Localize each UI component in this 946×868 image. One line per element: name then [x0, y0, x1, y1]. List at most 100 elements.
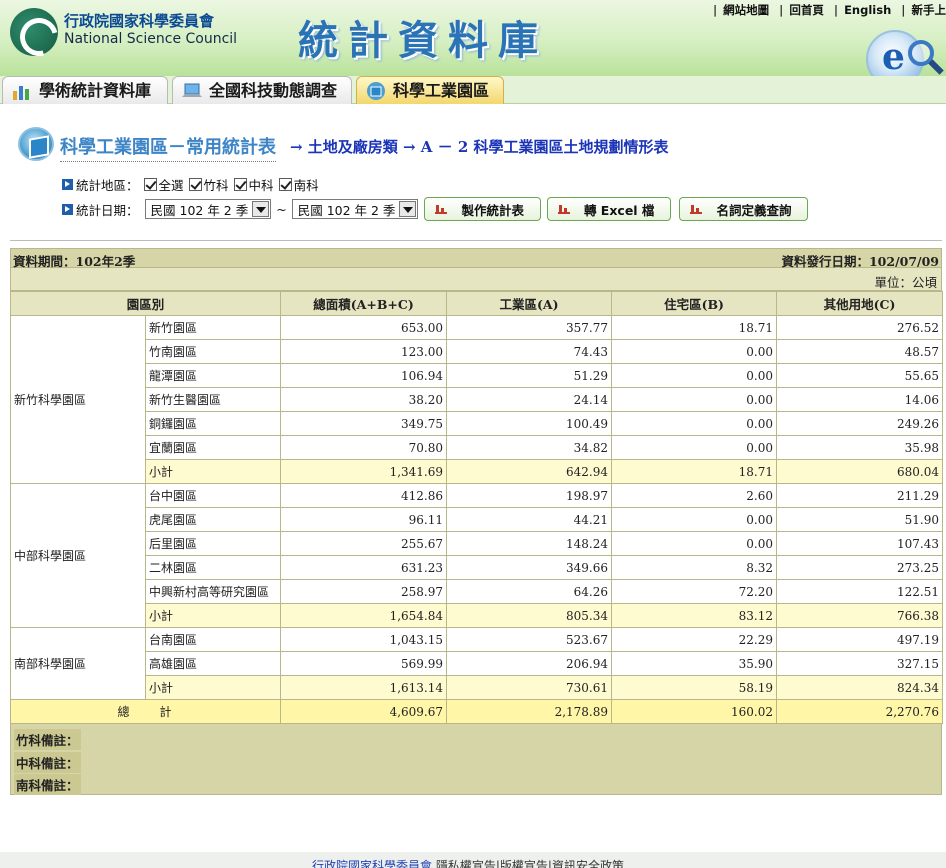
col-header-park: 園區別: [9, 291, 282, 316]
top-links: | 網站地圖 | 回首頁 | English | 新手上: [712, 3, 946, 17]
residential-cell: 18.71: [611, 315, 778, 340]
region-filter-row: 統計地區： 全選 竹科 中科 南科: [62, 175, 319, 194]
industrial-cell: 51.29: [446, 363, 613, 388]
chart-icon: [435, 204, 448, 214]
park-cell: 台中園區: [144, 483, 282, 508]
footer-link-nsc[interactable]: 行政院國家科學委員會: [312, 859, 432, 868]
table-row: 竹南園區 123.00 74.43 0.00 48.57: [11, 339, 944, 364]
industrial-cell: 642.94: [446, 459, 613, 484]
total-cell: 1,613.14: [280, 675, 448, 700]
footer-link-privacy[interactable]: 隱私權宣告: [436, 859, 496, 868]
other-cell: 327.15: [776, 651, 944, 676]
chart-icon: [557, 204, 570, 214]
total-cell: 1,654.84: [280, 603, 448, 628]
date-from-select[interactable]: 民國 102 年 2 季: [144, 199, 272, 219]
arrow-bullet-icon: [62, 203, 73, 215]
table-row: 二林園區 631.23 349.66 8.32 273.25: [11, 555, 944, 580]
total-cell: 349.75: [280, 411, 448, 436]
tab-tech-survey[interactable]: 全國科技動態調查: [172, 76, 352, 104]
industrial-cell: 730.61: [446, 675, 613, 700]
divider: [10, 240, 942, 241]
residential-cell: 0.00: [611, 411, 778, 436]
total-cell: 38.20: [280, 387, 448, 412]
laptop-icon: [182, 83, 202, 97]
region-label: 統計地區：: [76, 178, 139, 193]
top-link-english[interactable]: English: [844, 3, 891, 17]
note-hsinchu: 竹科備註：: [14, 729, 81, 750]
total-cell: 1,043.15: [280, 627, 448, 652]
checkbox-checked-icon[interactable]: [143, 178, 157, 191]
other-cell: 824.34: [776, 675, 944, 700]
make-table-button[interactable]: 製作統計表: [424, 197, 541, 221]
top-link-beginner[interactable]: 新手上: [912, 3, 946, 17]
industrial-cell: 100.49: [446, 411, 613, 436]
footer-link-copyright[interactable]: 版權宣告: [500, 859, 548, 868]
table-body: 新竹科學園區 新竹園區 653.00 357.77 18.71 276.52 竹南園區 123…: [9, 315, 944, 724]
table-row: 新竹科學園區 新竹園區 653.00 357.77 18.71 276.52: [10, 315, 944, 484]
grand-total-row: 總 計 4,609.67 2,178.89 160.02 2,270.76: [9, 699, 944, 724]
checkbox-central[interactable]: 中科: [233, 175, 274, 194]
other-cell: 276.52: [776, 315, 944, 340]
checkbox-select-all[interactable]: 全選: [143, 175, 184, 194]
subtotal-row: 小計 1,654.84 805.34 83.12 766.38: [11, 603, 944, 628]
table-row: 高雄園區 569.99 206.94 35.90 327.15: [11, 651, 944, 676]
date-filter-row: 統計日期： 民國 102 年 2 季 ~ 民國 102 年 2 季 製作統計表 …: [62, 197, 809, 221]
other-cell: 680.04: [776, 459, 944, 484]
dropdown-arrow-icon[interactable]: [399, 201, 417, 217]
unit-row: 單位：公頃: [10, 268, 942, 291]
date-label: 統計日期：: [76, 202, 139, 218]
nsc-logo-icon[interactable]: [10, 8, 58, 56]
residential-cell: 0.00: [611, 363, 778, 388]
park-cell: 小計: [144, 675, 282, 700]
tab-science-park[interactable]: 科學工業園區: [356, 76, 504, 104]
checkbox-checked-icon[interactable]: [188, 178, 202, 191]
region-cell: 新竹科學園區: [10, 315, 146, 484]
table-row: 宜蘭園區 70.80 34.82 0.00 35.98: [11, 435, 944, 460]
park-cell: 小計: [144, 603, 282, 628]
tab-academic-stats[interactable]: 學術統計資料庫: [2, 76, 168, 104]
total-cell: 255.67: [280, 531, 448, 556]
checkbox-southern[interactable]: 南科: [278, 175, 319, 194]
other-cell: 497.19: [776, 627, 944, 652]
checkbox-checked-icon[interactable]: [233, 178, 247, 191]
grand-total-label: 總 計: [9, 699, 282, 724]
table-row: 中部科學園區 台中園區 412.86 198.97 2.60 211.29: [10, 483, 944, 628]
site-header: 行政院國家科學委員會 National Science Council 統計資料…: [0, 0, 946, 88]
park-cell: 宜蘭園區: [144, 435, 282, 460]
industrial-cell: 349.66: [446, 555, 613, 580]
org-name-en[interactable]: National Science Council: [64, 31, 237, 47]
residential-cell: 0.00: [611, 387, 778, 412]
definition-query-button[interactable]: 名詞定義查詢: [679, 197, 809, 221]
park-cell: 新竹園區: [144, 315, 282, 340]
total-cell: 631.23: [280, 555, 448, 580]
footer-link-security[interactable]: 資訊安全政策: [552, 859, 624, 868]
checkbox-checked-icon[interactable]: [278, 178, 292, 191]
table-breadcrumb: → 土地及廠房類 → A － 2 科學工業園區土地規劃情形表: [290, 138, 669, 156]
grand-total-residential-cell: 160.02: [611, 699, 778, 724]
date-to-select[interactable]: 民國 102 年 2 季: [291, 199, 419, 219]
industrial-cell: 523.67: [446, 627, 613, 652]
residential-cell: 0.00: [611, 531, 778, 556]
other-cell: 35.98: [776, 435, 944, 460]
residential-cell: 0.00: [611, 339, 778, 364]
top-link-home[interactable]: 回首頁: [789, 3, 824, 17]
residential-cell: 22.29: [611, 627, 778, 652]
org-name-cn[interactable]: 行政院國家科學委員會: [64, 10, 214, 31]
other-cell: 51.90: [776, 507, 944, 532]
checkbox-hsinchu[interactable]: 竹科: [188, 175, 229, 194]
table-row: 銅鑼園區 349.75 100.49 0.00 249.26: [11, 411, 944, 436]
residential-cell: 35.90: [611, 651, 778, 676]
subtotal-row: 小計 1,341.69 642.94 18.71 680.04: [11, 459, 944, 484]
science-park-globe-icon: [367, 82, 385, 100]
region-cell: 南部科學園區: [10, 627, 146, 700]
dropdown-arrow-icon[interactable]: [252, 201, 270, 217]
grand-total-other-cell: 2,270.76: [776, 699, 944, 724]
magnifier-handle: [928, 59, 944, 75]
page-root: 行政院國家科學委員會 National Science Council 統計資料…: [0, 0, 946, 868]
park-cell: 竹南園區: [144, 339, 282, 364]
industrial-cell: 64.26: [446, 579, 613, 604]
main-tabs: 學術統計資料庫 全國科技動態調查 科學工業園區: [0, 76, 946, 104]
export-excel-button[interactable]: 轉 Excel 檔: [546, 197, 672, 221]
arrow-bullet-icon: [62, 179, 73, 190]
top-link-sitemap[interactable]: 網站地圖: [723, 3, 769, 17]
